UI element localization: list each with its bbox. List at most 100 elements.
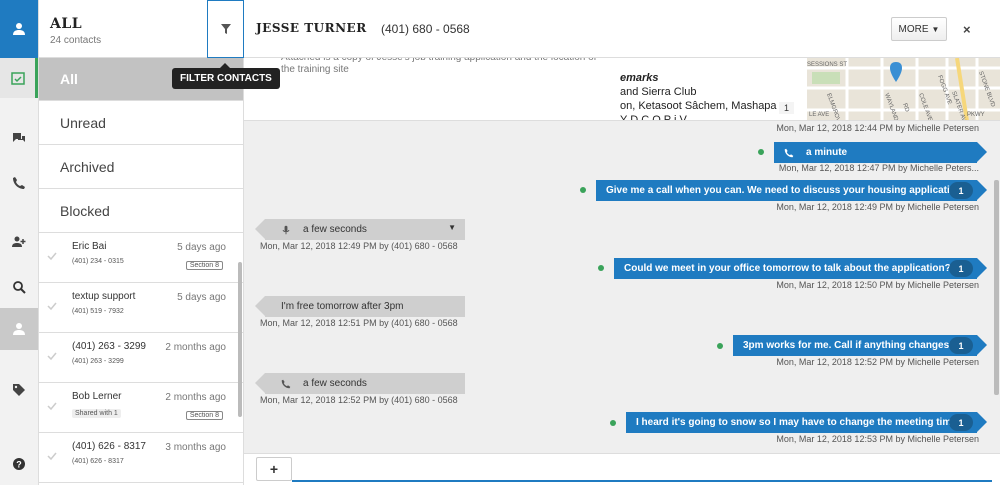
filter-tooltip: FILTER CONTACTS <box>172 63 280 89</box>
recipient-count: 1 <box>949 414 973 431</box>
message-input[interactable] <box>292 480 992 482</box>
call-bubble[interactable]: a minute <box>774 142 987 163</box>
contact-title: JESSE TURNER <box>256 21 367 35</box>
delivered-dot <box>758 149 764 155</box>
nav-add-contact[interactable] <box>0 222 38 262</box>
more-button[interactable]: MORE ▼ <box>891 17 947 41</box>
add-user-icon <box>12 236 26 247</box>
recipient-count: 1 <box>949 337 973 354</box>
check-icon[interactable] <box>47 351 57 361</box>
voicemail-bubble[interactable]: a few seconds ▼ <box>255 219 465 240</box>
message-meta: Mon, Mar 12, 2018 12:44 PM by Michelle P… <box>776 123 979 133</box>
message-scrollbar[interactable] <box>994 180 999 395</box>
filter-archived[interactable]: Archived <box>39 145 243 189</box>
shared-badge: Shared with 1 <box>72 409 121 418</box>
microphone-icon <box>282 225 290 234</box>
message-list: Mon, Mar 12, 2018 12:44 PM by Michelle P… <box>244 121 1000 453</box>
delivered-dot <box>580 187 586 193</box>
message-meta: Mon, Mar 12, 2018 12:49 PM by (401) 680 … <box>260 241 458 251</box>
nav-search[interactable] <box>0 267 38 307</box>
svg-text:?: ? <box>16 460 22 470</box>
message-meta: Mon, Mar 12, 2018 12:49 PM by Michelle P… <box>776 202 979 212</box>
contact-row[interactable]: Bob Lerner 2 months ago Shared with 1 Se… <box>39 383 244 433</box>
phone-icon <box>13 177 25 189</box>
check-icon[interactable] <box>47 451 57 461</box>
doc-line: Y D C O P i V <box>620 114 687 121</box>
contact-row[interactable]: Eric Bai 5 days ago (401) 234 - 0315 Sec… <box>39 233 244 283</box>
contact-tag: Section 8 <box>185 411 223 420</box>
filter-contacts-button[interactable] <box>207 0 244 58</box>
composer: + <box>244 453 1000 485</box>
contact-time: 2 months ago <box>165 342 226 353</box>
tags-icon <box>13 384 25 396</box>
nav-help[interactable]: ? <box>0 444 38 484</box>
contact-number: (401) 263 - 3299 <box>72 358 124 365</box>
message-text: Could we meet in your office tomorrow to… <box>624 263 951 274</box>
phone-icon <box>281 379 291 388</box>
message-text: I heard it's going to snow so I may have… <box>636 417 957 428</box>
notes-strip: Attached is a copy of Jesse's job traini… <box>244 58 1000 121</box>
contact-row[interactable]: textup support 5 days ago (401) 519 - 79… <box>39 283 244 333</box>
contact-row[interactable]: (401) 626 - 8317 3 months ago (401) 626 … <box>39 433 244 483</box>
recipient-count: 1 <box>949 182 973 199</box>
contact-time: 2 months ago <box>165 392 226 403</box>
check-icon[interactable] <box>47 251 57 261</box>
nav-contacts[interactable] <box>0 308 38 350</box>
doc-line: on, Ketasoot Sâchem, Mashapa <box>620 100 777 112</box>
map-graphic: SESSIONS ST STONE BLVD ELMGROVE AVE WAYL… <box>807 58 1000 120</box>
contact-row[interactable]: (401) 263 - 3299 2 months ago (401) 263 … <box>39 333 244 383</box>
filter-icon <box>220 24 231 34</box>
map-label: LE AVE <box>809 112 829 118</box>
message-bubble[interactable]: I heard it's going to snow so I may have… <box>626 412 987 433</box>
nav-messages[interactable] <box>0 118 38 158</box>
map-label: PKWY <box>967 112 985 118</box>
contact-time: 5 days ago <box>177 242 226 253</box>
message-text: a few seconds <box>303 378 367 389</box>
check-icon[interactable] <box>47 301 57 311</box>
search-icon <box>13 281 26 294</box>
help-icon: ? <box>13 458 25 470</box>
filter-unread[interactable]: Unread <box>39 101 243 145</box>
expand-icon[interactable]: ▼ <box>448 223 456 232</box>
contact-time: 3 months ago <box>165 442 226 453</box>
message-meta: Mon, Mar 12, 2018 12:52 PM by Michelle P… <box>776 357 979 367</box>
message-text: a few seconds <box>303 224 367 235</box>
person-icon <box>13 323 25 335</box>
attachment-count: 1 <box>779 102 795 114</box>
filter-blocked[interactable]: Blocked <box>39 189 243 233</box>
delivered-dot <box>610 420 616 426</box>
add-attachment-button[interactable]: + <box>256 457 292 481</box>
more-label: MORE <box>898 23 929 35</box>
nav-calls[interactable] <box>0 163 38 203</box>
message-text: 3pm works for me. Call if anything chang… <box>743 340 950 351</box>
calendar-check-icon <box>10 72 25 85</box>
contact-tag: Section 8 <box>185 261 223 270</box>
caret-down-icon: ▼ <box>931 24 940 34</box>
icon-rail: ? <box>0 0 39 485</box>
message-meta: Mon, Mar 12, 2018 12:50 PM by Michelle P… <box>776 280 979 290</box>
call-bubble[interactable]: a few seconds <box>255 373 465 394</box>
message-bubble[interactable]: 3pm works for me. Call if anything chang… <box>733 335 987 356</box>
profile-button[interactable] <box>0 0 38 58</box>
chat-icon <box>13 133 25 142</box>
message-text: a minute <box>806 147 848 158</box>
delivered-dot <box>598 265 604 271</box>
phone-icon <box>784 148 794 157</box>
attachment-preview[interactable]: emarks and Sierra Club on, Ketasoot Sâch… <box>620 71 777 121</box>
contact-number: (401) 626 - 8317 <box>72 458 124 465</box>
note-text: Attached is a copy of Jesse's job traini… <box>281 58 596 75</box>
message-meta: Mon, Mar 12, 2018 12:52 PM by (401) 680 … <box>260 395 458 405</box>
nav-tasks[interactable] <box>0 58 38 98</box>
nav-tags[interactable] <box>0 370 38 410</box>
message-text: I'm free tomorrow after 3pm <box>281 301 404 312</box>
location-map[interactable]: SESSIONS ST STONE BLVD ELMGROVE AVE WAYL… <box>807 58 1000 120</box>
check-icon[interactable] <box>47 401 57 411</box>
doc-line: and Sierra Club <box>620 86 697 98</box>
message-meta: Mon, Mar 12, 2018 12:51 PM by (401) 680 … <box>260 318 458 328</box>
message-bubble[interactable]: Give me a call when you can. We need to … <box>596 180 987 201</box>
panel-header: ALL 24 contacts <box>39 0 244 58</box>
close-icon[interactable]: × <box>963 22 971 37</box>
message-bubble[interactable]: Could we meet in your office tomorrow to… <box>614 258 987 279</box>
message-bubble[interactable]: I'm free tomorrow after 3pm <box>255 296 465 317</box>
contact-list-scrollbar[interactable] <box>238 262 242 417</box>
